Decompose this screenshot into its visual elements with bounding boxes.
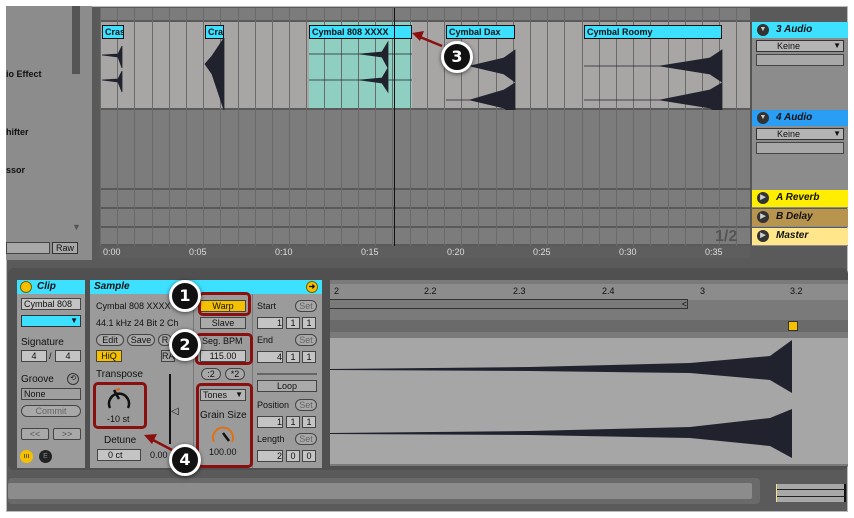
- annotation-badge: 1: [169, 280, 201, 312]
- annotation-badge: 2: [169, 329, 201, 361]
- annotation-arrows: [144, 31, 443, 452]
- annotation-badge: 3: [441, 41, 473, 73]
- annotation-badge: 4: [169, 444, 201, 476]
